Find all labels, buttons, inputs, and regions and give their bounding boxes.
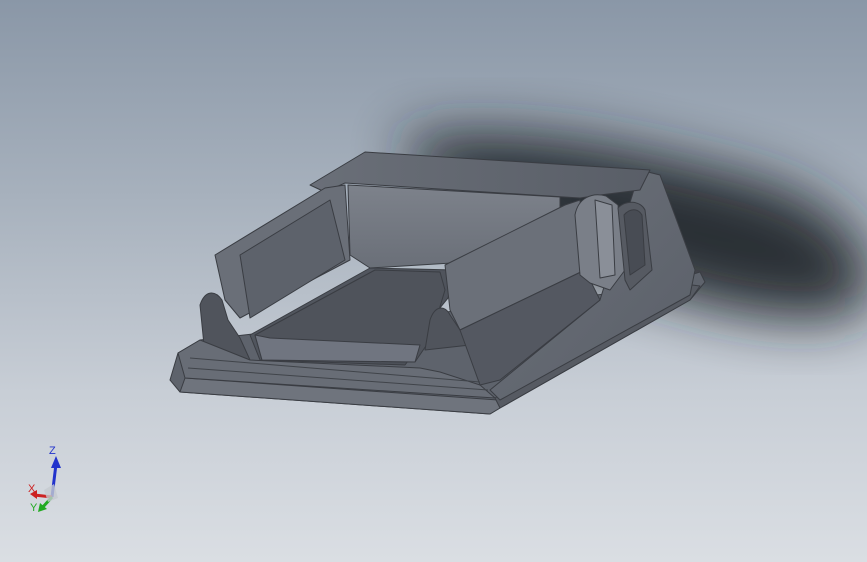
triad-origin-plane <box>44 484 58 502</box>
3d-model-view[interactable] <box>0 0 867 562</box>
y-axis-label: Y <box>30 502 38 514</box>
z-axis-label: Z <box>49 445 56 457</box>
tray-model[interactable] <box>169 151 706 415</box>
graphics-viewport[interactable]: Z X Y <box>0 0 867 562</box>
x-axis-label: X <box>28 483 36 495</box>
